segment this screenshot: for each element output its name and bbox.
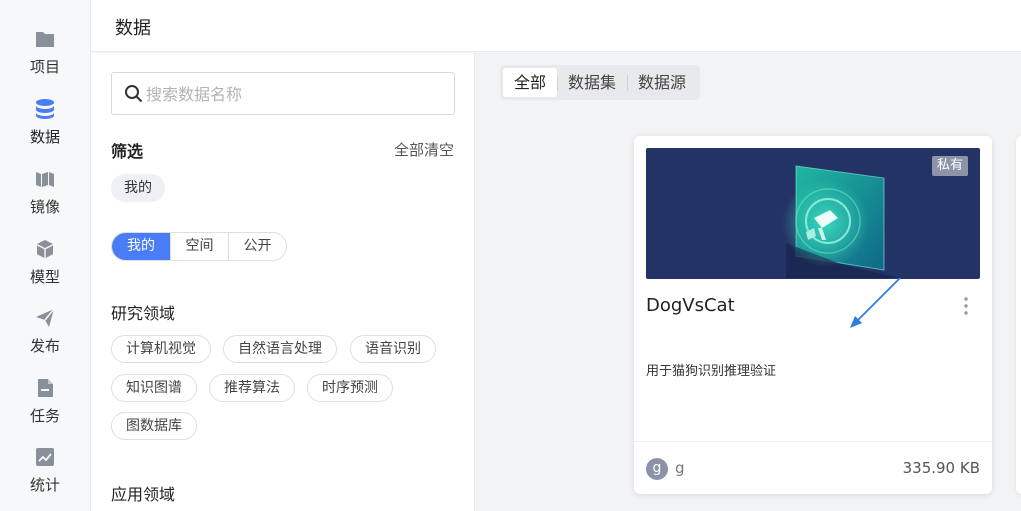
owner-name: g xyxy=(675,459,685,477)
task-file-icon xyxy=(38,379,53,397)
nav-item-label: 模型 xyxy=(29,268,60,286)
search-icon xyxy=(125,85,143,103)
more-options-icon[interactable] xyxy=(958,296,974,316)
clear-all-button[interactable]: 全部清空 xyxy=(394,139,454,160)
owner-avatar: g xyxy=(646,458,668,480)
page-title: 数据 xyxy=(115,18,151,39)
page-header: 数据 xyxy=(91,0,1021,52)
research-area-title: 研究领域 xyxy=(111,304,176,323)
nav-item-label: 发布 xyxy=(29,337,60,355)
nav-item-label: 镜像 xyxy=(29,198,60,216)
tag-time-series[interactable]: 时序预测 xyxy=(307,374,393,402)
dataset-name[interactable]: DogVsCat xyxy=(646,295,735,316)
filter-title: 筛选 xyxy=(111,142,144,161)
card-footer: g g 335.90 KB xyxy=(634,441,992,494)
tag-computer-vision[interactable]: 计算机视觉 xyxy=(111,335,211,363)
active-filter-chip[interactable]: 我的 xyxy=(111,174,165,202)
nav-item-label: 统计 xyxy=(29,476,60,494)
nav-item-label: 任务 xyxy=(29,407,60,425)
nav-item-images[interactable]: 镜像 xyxy=(0,168,90,217)
application-area-title: 应用领域 xyxy=(111,485,176,504)
nav-item-models[interactable]: 模型 xyxy=(0,238,90,287)
search-box[interactable] xyxy=(111,72,455,115)
tab-all[interactable]: 全部 xyxy=(503,68,558,97)
arrow-annotation-icon xyxy=(850,277,901,328)
chart-icon xyxy=(36,448,54,466)
cube-icon xyxy=(37,240,53,258)
dataset-card[interactable]: 私有 DogVsCat 用于猫狗识别推理验证 g g 335.90 KB xyxy=(634,136,992,494)
dataset-description: 用于猫狗识别推理验证 xyxy=(646,364,777,379)
send-icon xyxy=(36,308,55,327)
nav-item-stats[interactable]: 统计 xyxy=(0,446,90,495)
folder-icon xyxy=(36,32,54,47)
nav-item-tasks[interactable]: 任务 xyxy=(0,377,90,426)
type-tabs: 全部 数据集 数据源 xyxy=(500,65,701,100)
dataset-size: 335.90 KB xyxy=(902,459,980,477)
filter-panel: 筛选 全部清空 我的 我的 空间 公开 研究领域 计算机视觉 自然语言处理 语音… xyxy=(91,53,475,511)
tag-speech-recognition[interactable]: 语音识别 xyxy=(350,335,436,363)
cover-illustration xyxy=(782,165,901,278)
tab-datasets[interactable]: 数据集 xyxy=(557,68,627,97)
visibility-badge: 私有 xyxy=(931,156,968,176)
nav-item-label: 数据 xyxy=(29,128,60,146)
tab-datasources[interactable]: 数据源 xyxy=(627,68,697,97)
nav-item-label: 项目 xyxy=(29,58,60,76)
left-nav: 项目 数据 镜像 模型 发布 任务 统计 xyxy=(0,0,91,511)
search-input[interactable] xyxy=(146,79,446,109)
nav-item-data[interactable]: 数据 xyxy=(0,98,90,147)
tag-knowledge-graph[interactable]: 知识图谱 xyxy=(111,374,197,402)
main-content: 全部 数据集 数据源 私有 DogVsCat 用于猫狗识别推理验证 g g 33… xyxy=(476,53,1021,511)
next-card-edge xyxy=(1016,136,1021,494)
tag-recommendation[interactable]: 推荐算法 xyxy=(209,374,295,402)
scope-segmented-control: 我的 空间 公开 xyxy=(111,232,287,261)
tag-graph-database[interactable]: 图数据库 xyxy=(111,412,197,440)
scope-option-space[interactable]: 空间 xyxy=(170,233,228,260)
nav-item-projects[interactable]: 项目 xyxy=(0,28,90,77)
scope-option-mine[interactable]: 我的 xyxy=(112,233,170,260)
database-icon xyxy=(36,99,54,119)
dataset-cover-image: 私有 xyxy=(646,148,980,279)
map-icon xyxy=(36,172,54,187)
nav-item-publish[interactable]: 发布 xyxy=(0,307,90,356)
scope-option-public[interactable]: 公开 xyxy=(228,233,286,260)
tag-nlp[interactable]: 自然语言处理 xyxy=(223,335,337,363)
